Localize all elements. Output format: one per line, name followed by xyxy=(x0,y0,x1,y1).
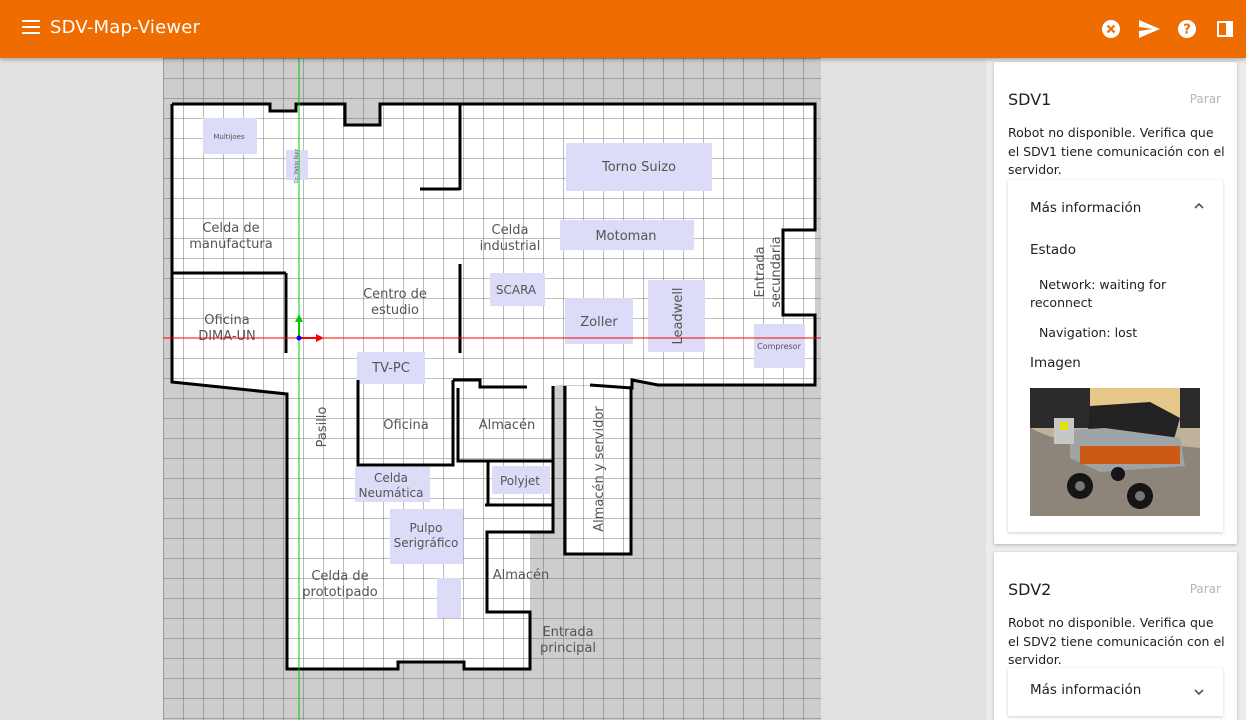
robot-sidebar: SDV1 Parar Robot no disponible. Verifica… xyxy=(986,58,1246,720)
label-celda-neumatica-1: Celda xyxy=(374,471,408,485)
zone-small-2 xyxy=(437,578,461,618)
robot-camera-image xyxy=(1030,388,1200,516)
label-zoller: Zoller xyxy=(580,315,618,330)
status-heading: Estado xyxy=(1030,242,1076,258)
network-status: Network: waiting for reconnect xyxy=(1030,277,1167,310)
send-icon[interactable] xyxy=(1138,18,1160,40)
robot-name: SDV1 xyxy=(1008,90,1052,109)
stop-button[interactable]: Parar xyxy=(1190,92,1221,106)
robot-status-message: Robot no disponible. Verifica que el SDV… xyxy=(1008,615,1225,667)
label-pulpo-2: Serigráfico xyxy=(394,536,459,550)
map-grid xyxy=(163,58,821,720)
label-entrada-principal-1: Entrada xyxy=(542,625,593,640)
label-almacen-servidor: Almacén y servidor xyxy=(592,406,607,532)
navigation-status: Navigation: lost xyxy=(1039,325,1138,340)
more-info-panel: Más información Estado Network: waiting … xyxy=(1008,180,1223,532)
panel-toggle-icon[interactable] xyxy=(1214,18,1236,40)
label-oficina-dima-1: Oficina xyxy=(204,313,249,328)
close-circle-icon[interactable] xyxy=(1100,18,1122,40)
robot-card-sdv2: SDV2 Parar Robot no disponible. Verifica… xyxy=(994,552,1237,720)
label-entrada-secundaria-1: Entrada xyxy=(753,246,768,297)
more-info-toggle[interactable]: Más información xyxy=(1008,180,1223,236)
more-info-label: Más información xyxy=(1030,682,1142,698)
help-icon[interactable]: ? xyxy=(1176,18,1198,40)
more-info-toggle[interactable]: Más información xyxy=(1008,668,1223,716)
label-celda-neumatica-2: Neumática xyxy=(359,486,424,500)
label-polyjet: Polyjet xyxy=(500,474,540,488)
stop-button[interactable]: Parar xyxy=(1190,582,1221,596)
menu-icon[interactable] xyxy=(22,20,40,38)
svg-text:?: ? xyxy=(1183,23,1191,38)
robot-name: SDV2 xyxy=(1008,580,1052,599)
chevron-down-icon xyxy=(1194,689,1204,696)
label-celda-industrial-2: industrial xyxy=(480,239,541,254)
label-celda-prototipado-2: prototipado xyxy=(302,585,377,600)
label-centro-estudio-1: Centro de xyxy=(363,287,427,302)
label-leadwell: Leadwell xyxy=(671,287,686,344)
label-celda-industrial-1: Celda xyxy=(492,223,529,238)
label-centro-estudio-2: estudio xyxy=(371,303,419,318)
map-canvas[interactable]: Multijoes Dr. Pablo Ruiz Celda de manufa… xyxy=(0,58,986,720)
label-tv-pc: TV-PC xyxy=(371,361,410,376)
label-multijoes: Multijoes xyxy=(213,133,245,141)
more-info-panel: Más información xyxy=(1008,668,1223,716)
label-scara: SCARA xyxy=(496,283,537,297)
image-heading: Imagen xyxy=(1030,355,1081,371)
robot-photo-icon xyxy=(1030,388,1200,516)
map-viewport[interactable]: Multijoes Dr. Pablo Ruiz Celda de manufa… xyxy=(0,58,986,720)
label-motoman: Motoman xyxy=(595,229,656,244)
app-bar: SDV-Map-Viewer ? xyxy=(0,0,1246,58)
more-info-label: Más información xyxy=(1030,200,1142,216)
label-celda-prototipado-1: Celda de xyxy=(311,569,368,584)
label-almacen-1: Almacén xyxy=(479,418,536,433)
label-oficina-dima-2: DIMA-UN xyxy=(198,329,256,344)
chevron-up-icon xyxy=(1194,202,1204,209)
label-entrada-principal-2: principal xyxy=(540,641,596,656)
toolbar-actions: ? xyxy=(1100,18,1236,40)
label-oficina: Oficina xyxy=(383,418,428,433)
label-pasillo: Pasillo xyxy=(315,407,330,448)
app-title: SDV-Map-Viewer xyxy=(50,17,201,38)
label-compresor: Compresor xyxy=(757,342,801,351)
label-celda-manufactura-1: Celda de xyxy=(202,221,259,236)
robot-card-sdv1: SDV1 Parar Robot no disponible. Verifica… xyxy=(994,62,1237,544)
robot-status-message: Robot no disponible. Verifica que el SDV… xyxy=(1008,125,1225,177)
label-almacen-2: Almacén xyxy=(493,568,550,583)
label-entrada-secundaria-2: secundaria xyxy=(769,236,784,308)
label-pulpo-1: Pulpo xyxy=(410,521,443,535)
label-torno-suizo: Torno Suizo xyxy=(601,160,676,175)
label-celda-manufactura-2: manufactura xyxy=(189,237,272,252)
